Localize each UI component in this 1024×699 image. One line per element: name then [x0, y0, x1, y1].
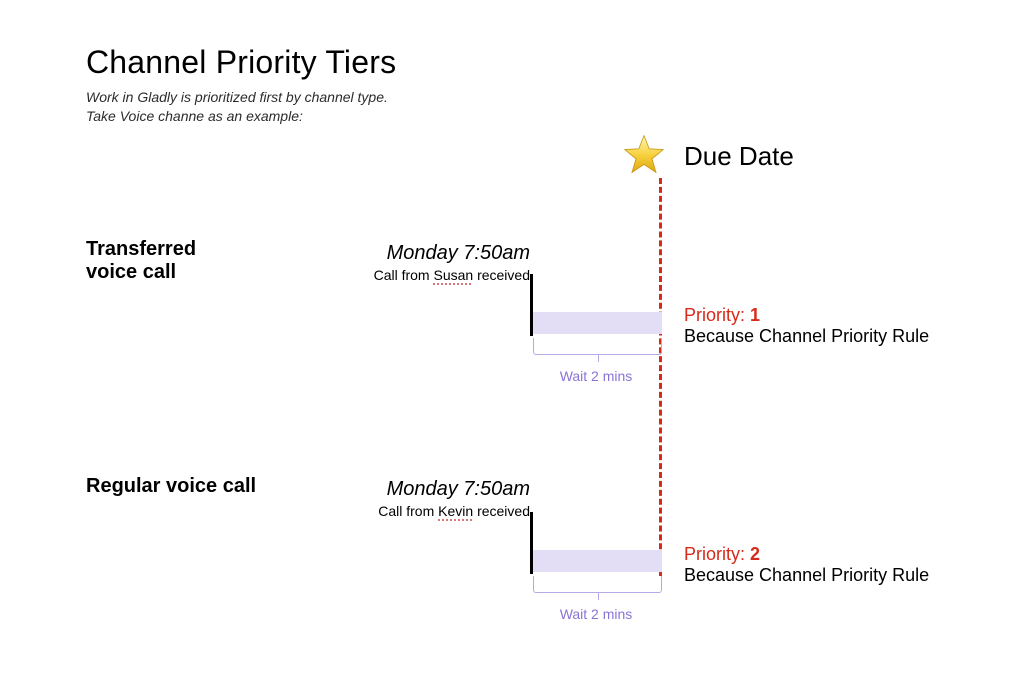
- wait-bracket: [533, 338, 662, 355]
- priority-annotation-2: Priority: 2 Because Channel Priority Rul…: [684, 544, 929, 586]
- due-date-label: Due Date: [684, 141, 794, 172]
- priority-reason: Because Channel Priority Rule: [684, 565, 929, 586]
- caption-keyword: Susan: [433, 267, 473, 283]
- caption-suffix: received: [473, 267, 530, 283]
- wait-label-1: Wait 2 mins: [530, 368, 662, 384]
- diagram-canvas: Channel Priority Tiers Work in Gladly is…: [0, 0, 1024, 699]
- timestamp-block-1: Monday 7:50am Call from Susan received: [374, 242, 530, 283]
- caption-prefix: Call from: [374, 267, 434, 283]
- wait-fill: [533, 550, 662, 572]
- priority-head: Priority: 2: [684, 544, 929, 565]
- wait-bracket: [533, 576, 662, 593]
- priority-value: 2: [750, 544, 760, 564]
- caption-suffix: received: [473, 503, 530, 519]
- wait-label-2: Wait 2 mins: [530, 606, 662, 622]
- timestamp-1: Monday 7:50am: [374, 242, 530, 265]
- timestamp-caption-1: Call from Susan received: [374, 267, 530, 283]
- priority-reason: Because Channel Priority Rule: [684, 326, 929, 347]
- page-title: Channel Priority Tiers: [86, 44, 396, 81]
- caption-prefix: Call from: [378, 503, 438, 519]
- priority-prefix: Priority:: [684, 305, 750, 325]
- priority-annotation-1: Priority: 1 Because Channel Priority Rul…: [684, 305, 929, 347]
- row-label-transferred: Transferred voice call: [86, 238, 196, 284]
- star-icon: [624, 134, 664, 174]
- wait-fill: [533, 312, 662, 334]
- page-subtitle: Work in Gladly is prioritized first by c…: [86, 88, 388, 126]
- row-label-regular: Regular voice call: [86, 475, 256, 498]
- caption-keyword: Kevin: [438, 503, 473, 519]
- priority-head: Priority: 1: [684, 305, 929, 326]
- timestamp-2: Monday 7:50am: [378, 478, 530, 501]
- timestamp-block-2: Monday 7:50am Call from Kevin received: [378, 478, 530, 519]
- timestamp-caption-2: Call from Kevin received: [378, 503, 530, 519]
- priority-prefix: Priority:: [684, 544, 750, 564]
- priority-value: 1: [750, 305, 760, 325]
